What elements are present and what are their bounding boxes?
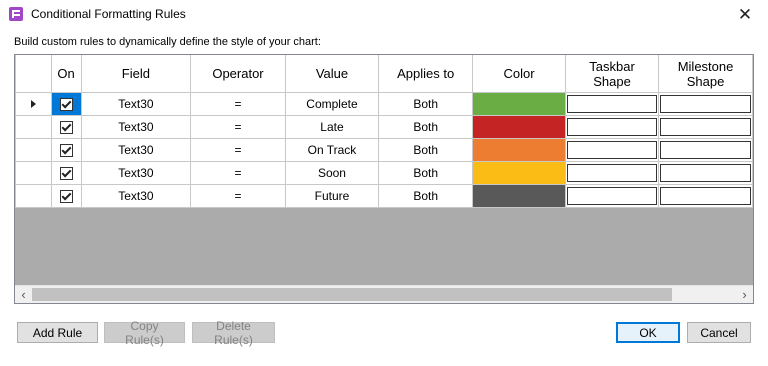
shape-box	[567, 187, 658, 205]
operator-cell[interactable]: =	[190, 115, 286, 139]
col-header-operator[interactable]: Operator	[190, 55, 286, 93]
row-header[interactable]	[15, 92, 52, 116]
applies-to-cell[interactable]: Both	[378, 92, 474, 116]
value-cell[interactable]: Soon	[284, 161, 380, 185]
row-header-corner	[15, 55, 52, 93]
on-checkbox[interactable]	[59, 98, 73, 112]
shape-box	[567, 118, 658, 136]
copy-rules-button[interactable]: Copy Rule(s)	[104, 319, 185, 347]
field-cell[interactable]: Text30	[80, 184, 192, 208]
ok-button[interactable]: OK	[616, 322, 680, 343]
on-cell[interactable]	[50, 138, 82, 162]
shape-box	[660, 95, 751, 113]
rule-row[interactable]: Text30 = Late Both	[15, 115, 753, 139]
col-header-applies-to[interactable]: Applies to	[378, 55, 474, 93]
operator-cell[interactable]: =	[190, 138, 286, 162]
close-icon[interactable]: ✕	[722, 0, 768, 30]
operator-cell[interactable]: =	[190, 161, 286, 185]
rule-row[interactable]: Text30 = On Track Both	[15, 138, 753, 162]
shape-box	[567, 95, 658, 113]
app-rules-icon	[9, 7, 23, 21]
field-cell[interactable]: Text30	[80, 138, 192, 162]
col-header-value[interactable]: Value	[284, 55, 380, 93]
on-checkbox[interactable]	[59, 190, 73, 204]
field-cell[interactable]: Text30	[80, 92, 192, 116]
on-checkbox[interactable]	[59, 121, 73, 135]
cancel-button[interactable]: Cancel	[687, 322, 751, 343]
taskbar-shape-cell[interactable]	[565, 115, 660, 139]
scrollbar-thumb[interactable]	[32, 288, 672, 301]
row-header[interactable]	[15, 161, 52, 185]
row-header[interactable]	[15, 184, 52, 208]
color-swatch[interactable]	[472, 115, 567, 139]
field-cell[interactable]: Text30	[80, 115, 192, 139]
operator-cell[interactable]: =	[190, 92, 286, 116]
rule-row[interactable]: Text30 = Complete Both	[15, 92, 753, 116]
col-header-on[interactable]: On	[50, 55, 82, 93]
on-cell[interactable]	[50, 161, 82, 185]
milestone-shape-cell[interactable]	[658, 184, 753, 208]
milestone-shape-cell[interactable]	[658, 161, 753, 185]
on-cell[interactable]	[50, 92, 82, 116]
applies-to-cell[interactable]: Both	[378, 184, 474, 208]
shape-box	[660, 164, 751, 182]
col-header-milestone-shape[interactable]: Milestone Shape	[658, 55, 753, 93]
title-bar: Conditional Formatting Rules ✕	[0, 0, 768, 30]
rule-row[interactable]: Text30 = Soon Both	[15, 161, 753, 185]
color-swatch[interactable]	[472, 92, 567, 116]
taskbar-shape-cell[interactable]	[565, 92, 660, 116]
col-header-taskbar-shape[interactable]: Taskbar Shape	[565, 55, 660, 93]
delete-rules-button[interactable]: Delete Rule(s)	[192, 319, 275, 347]
value-cell[interactable]: Complete	[284, 92, 380, 116]
taskbar-shape-cell[interactable]	[565, 138, 660, 162]
scroll-left-icon[interactable]: ‹	[15, 286, 32, 303]
rules-table: On Field Operator Value Applies to Color Taskb…	[15, 55, 753, 208]
col-header-color[interactable]: Color	[472, 55, 567, 93]
taskbar-shape-cell[interactable]	[565, 161, 660, 185]
milestone-shape-cell[interactable]	[658, 115, 753, 139]
add-rule-button[interactable]: Add Rule	[17, 322, 98, 343]
shape-box	[567, 141, 658, 159]
shape-box	[660, 187, 751, 205]
rule-row[interactable]: Text30 = Future Both	[15, 184, 753, 208]
window-title: Conditional Formatting Rules	[31, 7, 186, 21]
shape-box	[660, 141, 751, 159]
value-cell[interactable]: On Track	[284, 138, 380, 162]
on-checkbox[interactable]	[59, 144, 73, 158]
value-cell[interactable]: Future	[284, 184, 380, 208]
applies-to-cell[interactable]: Both	[378, 115, 474, 139]
color-swatch[interactable]	[472, 161, 567, 185]
row-header[interactable]	[15, 115, 52, 139]
header-row: On Field Operator Value Applies to Color Taskb…	[15, 55, 753, 93]
operator-cell[interactable]: =	[190, 184, 286, 208]
current-row-arrow-icon	[30, 100, 36, 108]
shape-box	[567, 164, 658, 182]
instruction-text: Build custom rules to dynamically define…	[14, 36, 321, 48]
milestone-shape-cell[interactable]	[658, 138, 753, 162]
applies-to-cell[interactable]: Both	[378, 161, 474, 185]
applies-to-cell[interactable]: Both	[378, 138, 474, 162]
milestone-shape-cell[interactable]	[658, 92, 753, 116]
scroll-right-icon[interactable]: ›	[736, 286, 753, 303]
on-cell[interactable]	[50, 184, 82, 208]
field-cell[interactable]: Text30	[80, 161, 192, 185]
shape-box	[660, 118, 751, 136]
on-cell[interactable]	[50, 115, 82, 139]
color-swatch[interactable]	[472, 138, 567, 162]
color-swatch[interactable]	[472, 184, 567, 208]
col-header-field[interactable]: Field	[80, 55, 192, 93]
value-cell[interactable]: Late	[284, 115, 380, 139]
horizontal-scrollbar[interactable]: ‹ ›	[15, 285, 753, 303]
taskbar-shape-cell[interactable]	[565, 184, 660, 208]
rules-grid[interactable]: On Field Operator Value Applies to Color Taskb…	[14, 54, 754, 304]
on-checkbox[interactable]	[59, 167, 73, 181]
row-header[interactable]	[15, 138, 52, 162]
